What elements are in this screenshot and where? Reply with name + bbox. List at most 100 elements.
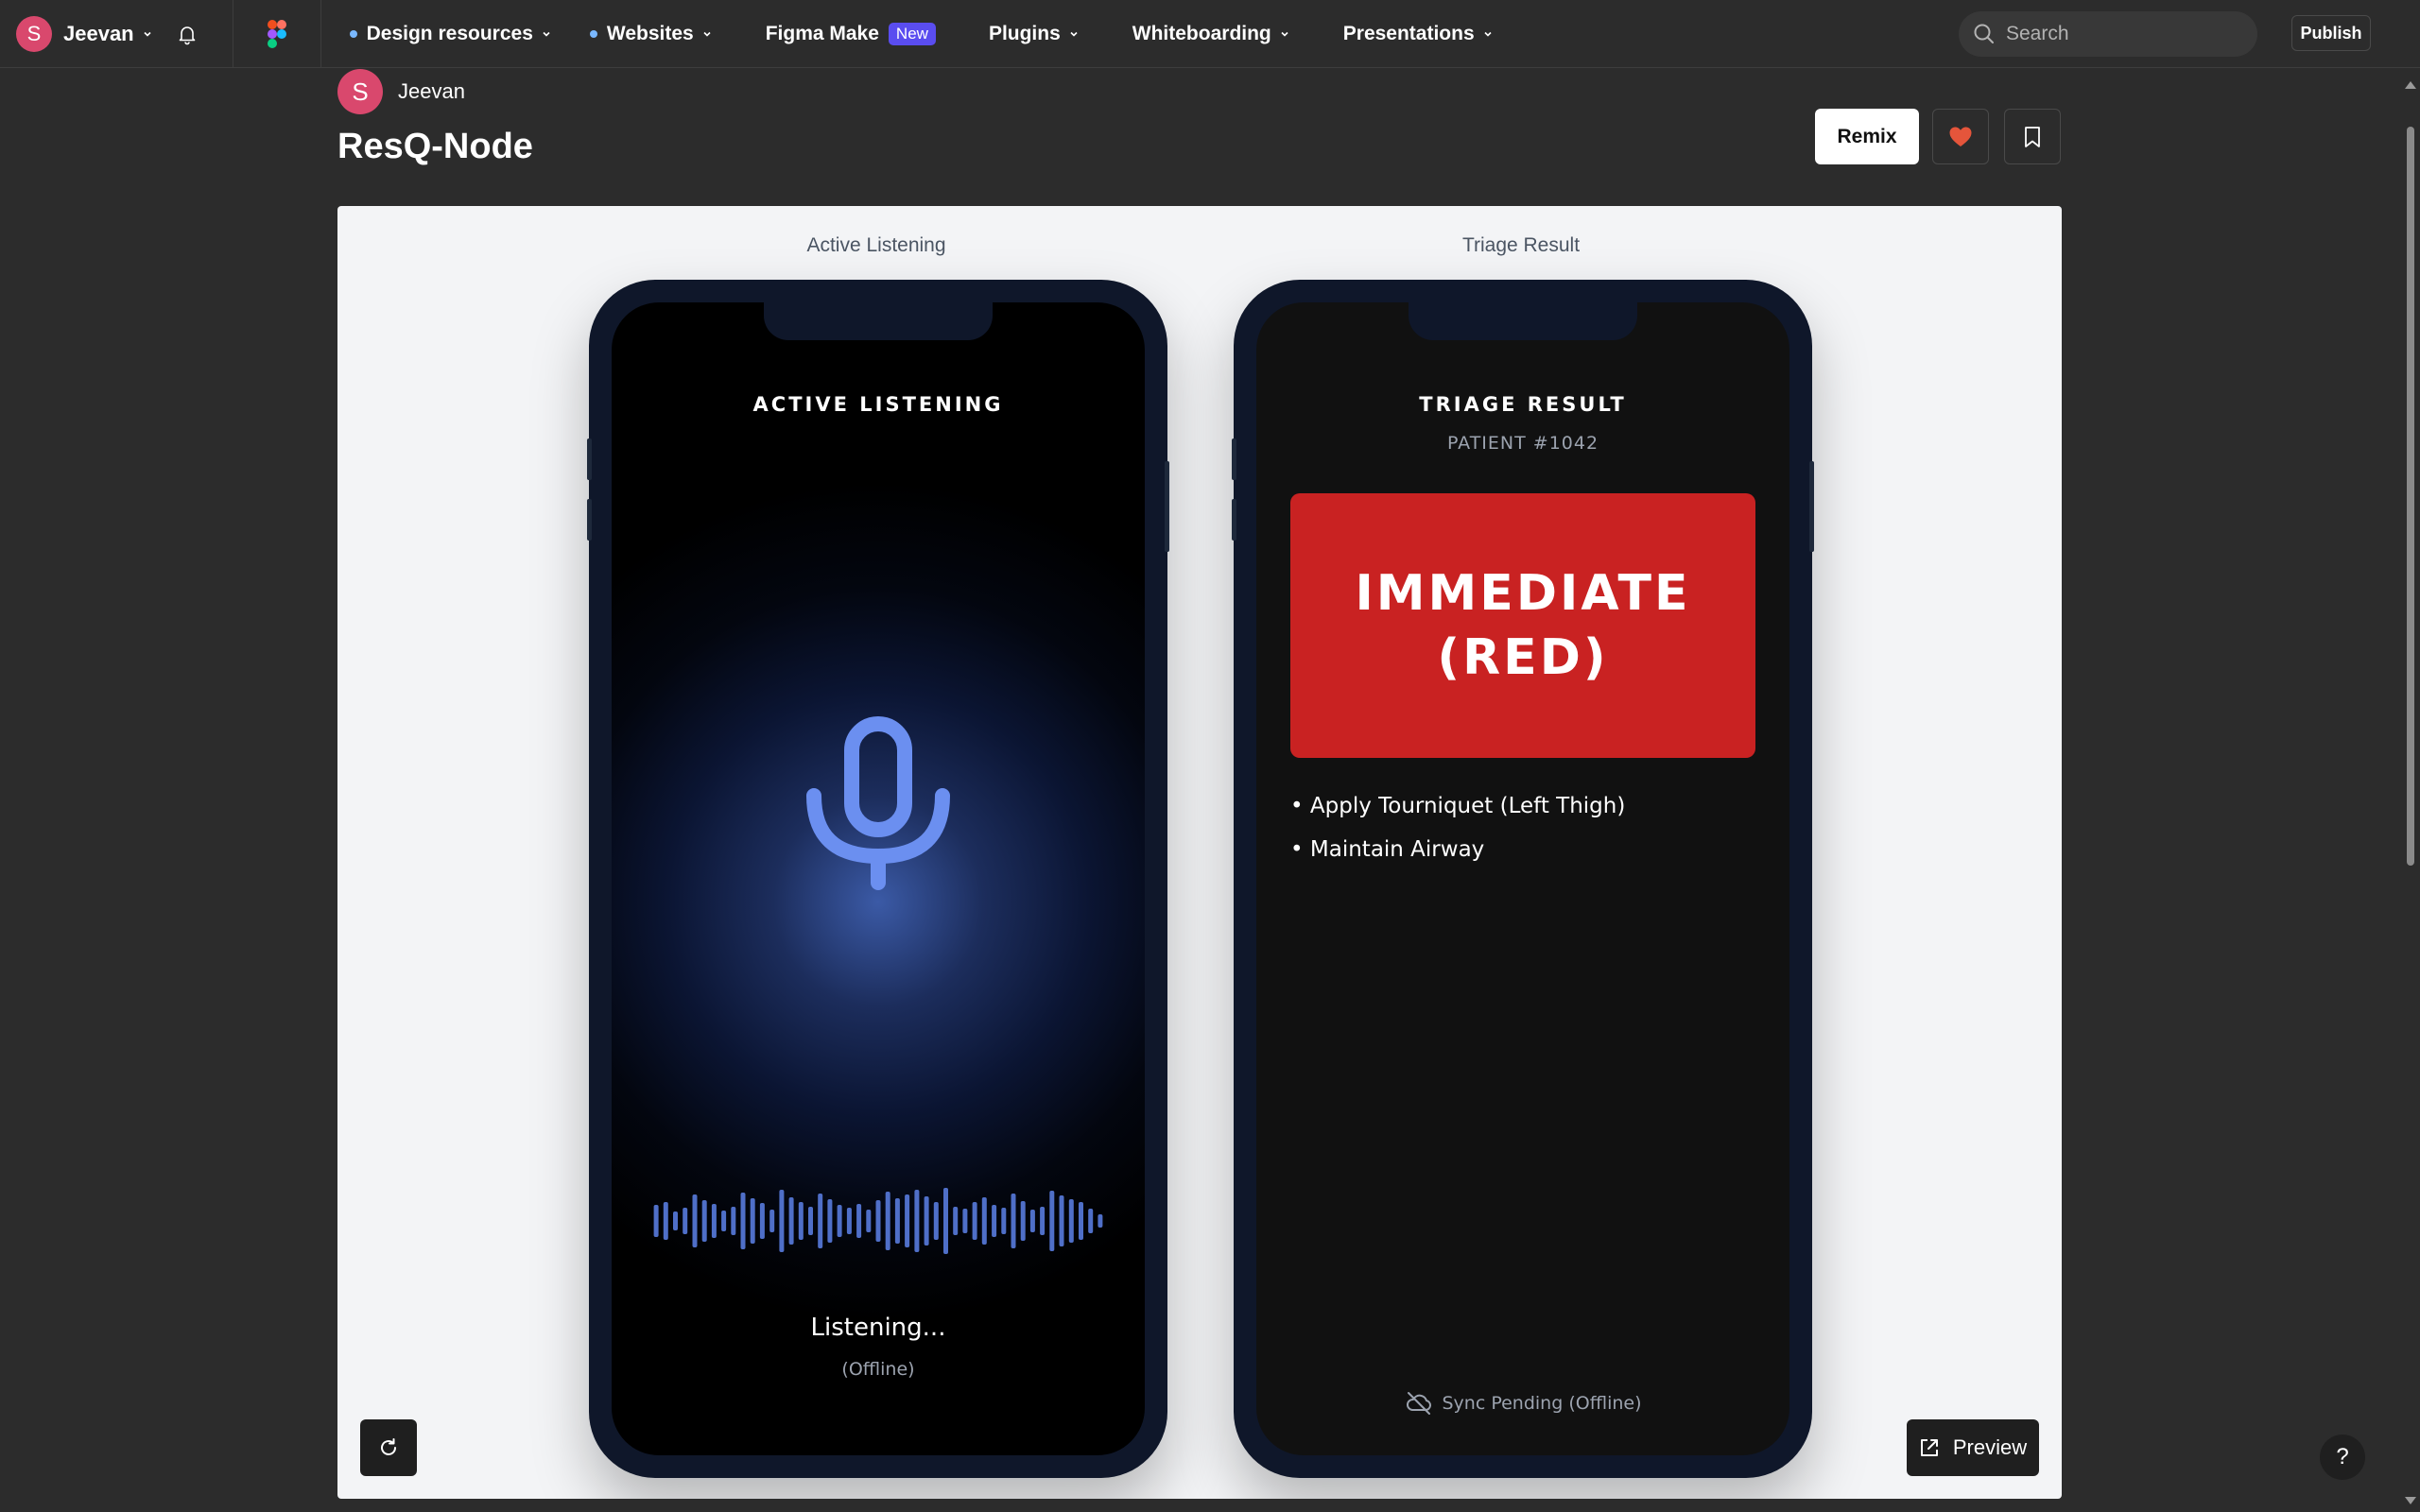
action-item: Apply Tourniquet (Left Thigh) — [1290, 794, 1755, 818]
prototype-canvas: Active Listening Triage Result ACTIVE LI… — [337, 206, 2062, 1499]
sync-status: Sync Pending (Offline) — [1256, 1389, 1789, 1418]
account-menu[interactable]: S Jeevan — [16, 15, 153, 52]
new-dot-indicator — [349, 29, 357, 38]
waveform-bar — [673, 1211, 678, 1230]
nav-presentations[interactable]: Presentations — [1343, 23, 1494, 45]
waveform-bar — [1040, 1207, 1046, 1235]
waveform-bar — [972, 1202, 977, 1240]
nav-design-resources-label: Design resources — [366, 22, 533, 44]
phone-side-button — [1232, 499, 1236, 541]
waveform-bar — [933, 1202, 939, 1240]
microphone-icon[interactable] — [803, 713, 954, 892]
scroll-up-arrow[interactable] — [2405, 81, 2416, 89]
waveform-bar — [924, 1196, 929, 1246]
bookmark-button[interactable] — [2004, 109, 2061, 164]
nav-whiteboarding[interactable]: Whiteboarding — [1132, 23, 1290, 45]
refresh-icon — [381, 1438, 396, 1455]
patient-id: PATIENT #1042 — [1446, 433, 1599, 454]
action-item: Maintain Airway — [1290, 837, 1755, 862]
offline-status: (Offline) — [841, 1359, 915, 1380]
remix-button[interactable]: Remix — [1815, 109, 1919, 164]
author-avatar: S — [337, 69, 383, 114]
new-dot-indicator — [589, 29, 597, 38]
waveform-bar — [953, 1207, 959, 1235]
waveform-bar — [798, 1202, 804, 1240]
nav-design-resources[interactable]: Design resources — [349, 22, 552, 45]
like-button[interactable] — [1932, 109, 1989, 164]
nav-menu: Design resources Websites Figma Make New… — [321, 0, 1494, 68]
nav-figma-make-label: Figma Make — [765, 22, 879, 44]
waveform-bar — [1020, 1201, 1026, 1241]
waveform-bar — [1098, 1214, 1103, 1228]
waveform-bar — [827, 1199, 833, 1243]
scroll-down-arrow[interactable] — [2405, 1497, 2416, 1504]
waveform-bar — [943, 1188, 948, 1254]
cloud-off-icon — [1406, 1392, 1431, 1415]
page-scrollbar[interactable] — [2401, 68, 2420, 1512]
waveform-bar — [808, 1207, 813, 1235]
waveform-bar — [750, 1198, 755, 1244]
heart-icon — [1949, 127, 1972, 146]
action-list: Apply Tourniquet (Left Thigh) Maintain A… — [1290, 794, 1755, 881]
scrollbar-thumb[interactable] — [2407, 127, 2414, 866]
sync-status-text: Sync Pending (Offline) — [1442, 1393, 1642, 1414]
search-input[interactable] — [2006, 23, 2233, 45]
waveform-bar — [818, 1194, 823, 1248]
figma-logo-icon[interactable] — [267, 19, 286, 48]
phone-screen: ACTIVE LISTENING Listening... (Offline) — [612, 302, 1145, 1455]
help-button[interactable]: ? — [2320, 1435, 2365, 1480]
waveform-bar — [701, 1200, 707, 1242]
chevron-down-icon — [1068, 28, 1080, 40]
waveform-bar — [769, 1210, 775, 1232]
nav-figma-make[interactable]: Figma Make New — [765, 22, 936, 45]
search-icon — [1972, 22, 1996, 46]
publish-button[interactable]: Publish — [2291, 15, 2371, 51]
waveform-bar — [788, 1197, 794, 1245]
chevron-down-icon — [541, 28, 552, 40]
waveform-bar — [779, 1190, 785, 1252]
top-nav: S Jeevan Design resources Websites Figma… — [0, 0, 2420, 68]
chevron-down-icon — [701, 28, 713, 40]
waveform-bar — [731, 1207, 736, 1235]
phone-frame-active-listening: ACTIVE LISTENING Listening... (Offline) — [587, 280, 1169, 1478]
preview-button[interactable]: Preview — [1907, 1419, 2039, 1476]
waveform-bar — [1001, 1208, 1007, 1234]
waveform-bar — [905, 1194, 910, 1247]
waveform-bar — [663, 1202, 668, 1240]
chevron-down-icon — [1482, 28, 1494, 40]
nav-websites-label: Websites — [606, 22, 694, 44]
nav-websites[interactable]: Websites — [589, 22, 713, 45]
bookmark-icon — [2025, 126, 2040, 147]
phone-side-button — [1165, 461, 1169, 552]
waveform-bar — [1059, 1195, 1064, 1246]
nav-whiteboarding-label: Whiteboarding — [1132, 22, 1271, 44]
page-title: ResQ-Node — [337, 127, 533, 166]
waveform-bar — [1029, 1210, 1035, 1232]
phone-notch — [764, 302, 993, 340]
waveform-bar — [1049, 1191, 1055, 1251]
waveform-bar — [711, 1204, 717, 1238]
restart-button[interactable] — [360, 1419, 417, 1476]
listening-status: Listening... — [810, 1314, 946, 1342]
user-avatar: S — [16, 15, 52, 52]
waveform-bar — [866, 1210, 872, 1232]
new-badge: New — [888, 22, 936, 45]
audio-waveform — [651, 1181, 1105, 1261]
frame-label-active-listening: Active Listening — [806, 234, 946, 256]
waveform-bar — [1088, 1209, 1094, 1233]
author-info[interactable]: S Jeevan — [337, 69, 465, 114]
phone-side-button — [587, 438, 592, 480]
author-name: Jeevan — [398, 79, 465, 103]
waveform-bar — [837, 1205, 842, 1237]
nav-plugins[interactable]: Plugins — [989, 23, 1080, 45]
waveform-bar — [875, 1200, 881, 1242]
phone-side-button — [1232, 438, 1236, 480]
phone-screen: TRIAGE RESULT PATIENT #1042 IMMEDIATE (R… — [1256, 302, 1789, 1455]
waveform-bar — [721, 1211, 727, 1231]
phone-side-button — [1809, 461, 1814, 552]
notifications-bell-icon[interactable] — [176, 23, 199, 45]
search-box[interactable] — [1959, 11, 2257, 57]
chevron-down-icon — [1279, 28, 1290, 40]
waveform-bar — [692, 1194, 698, 1247]
waveform-bar — [1079, 1202, 1083, 1240]
